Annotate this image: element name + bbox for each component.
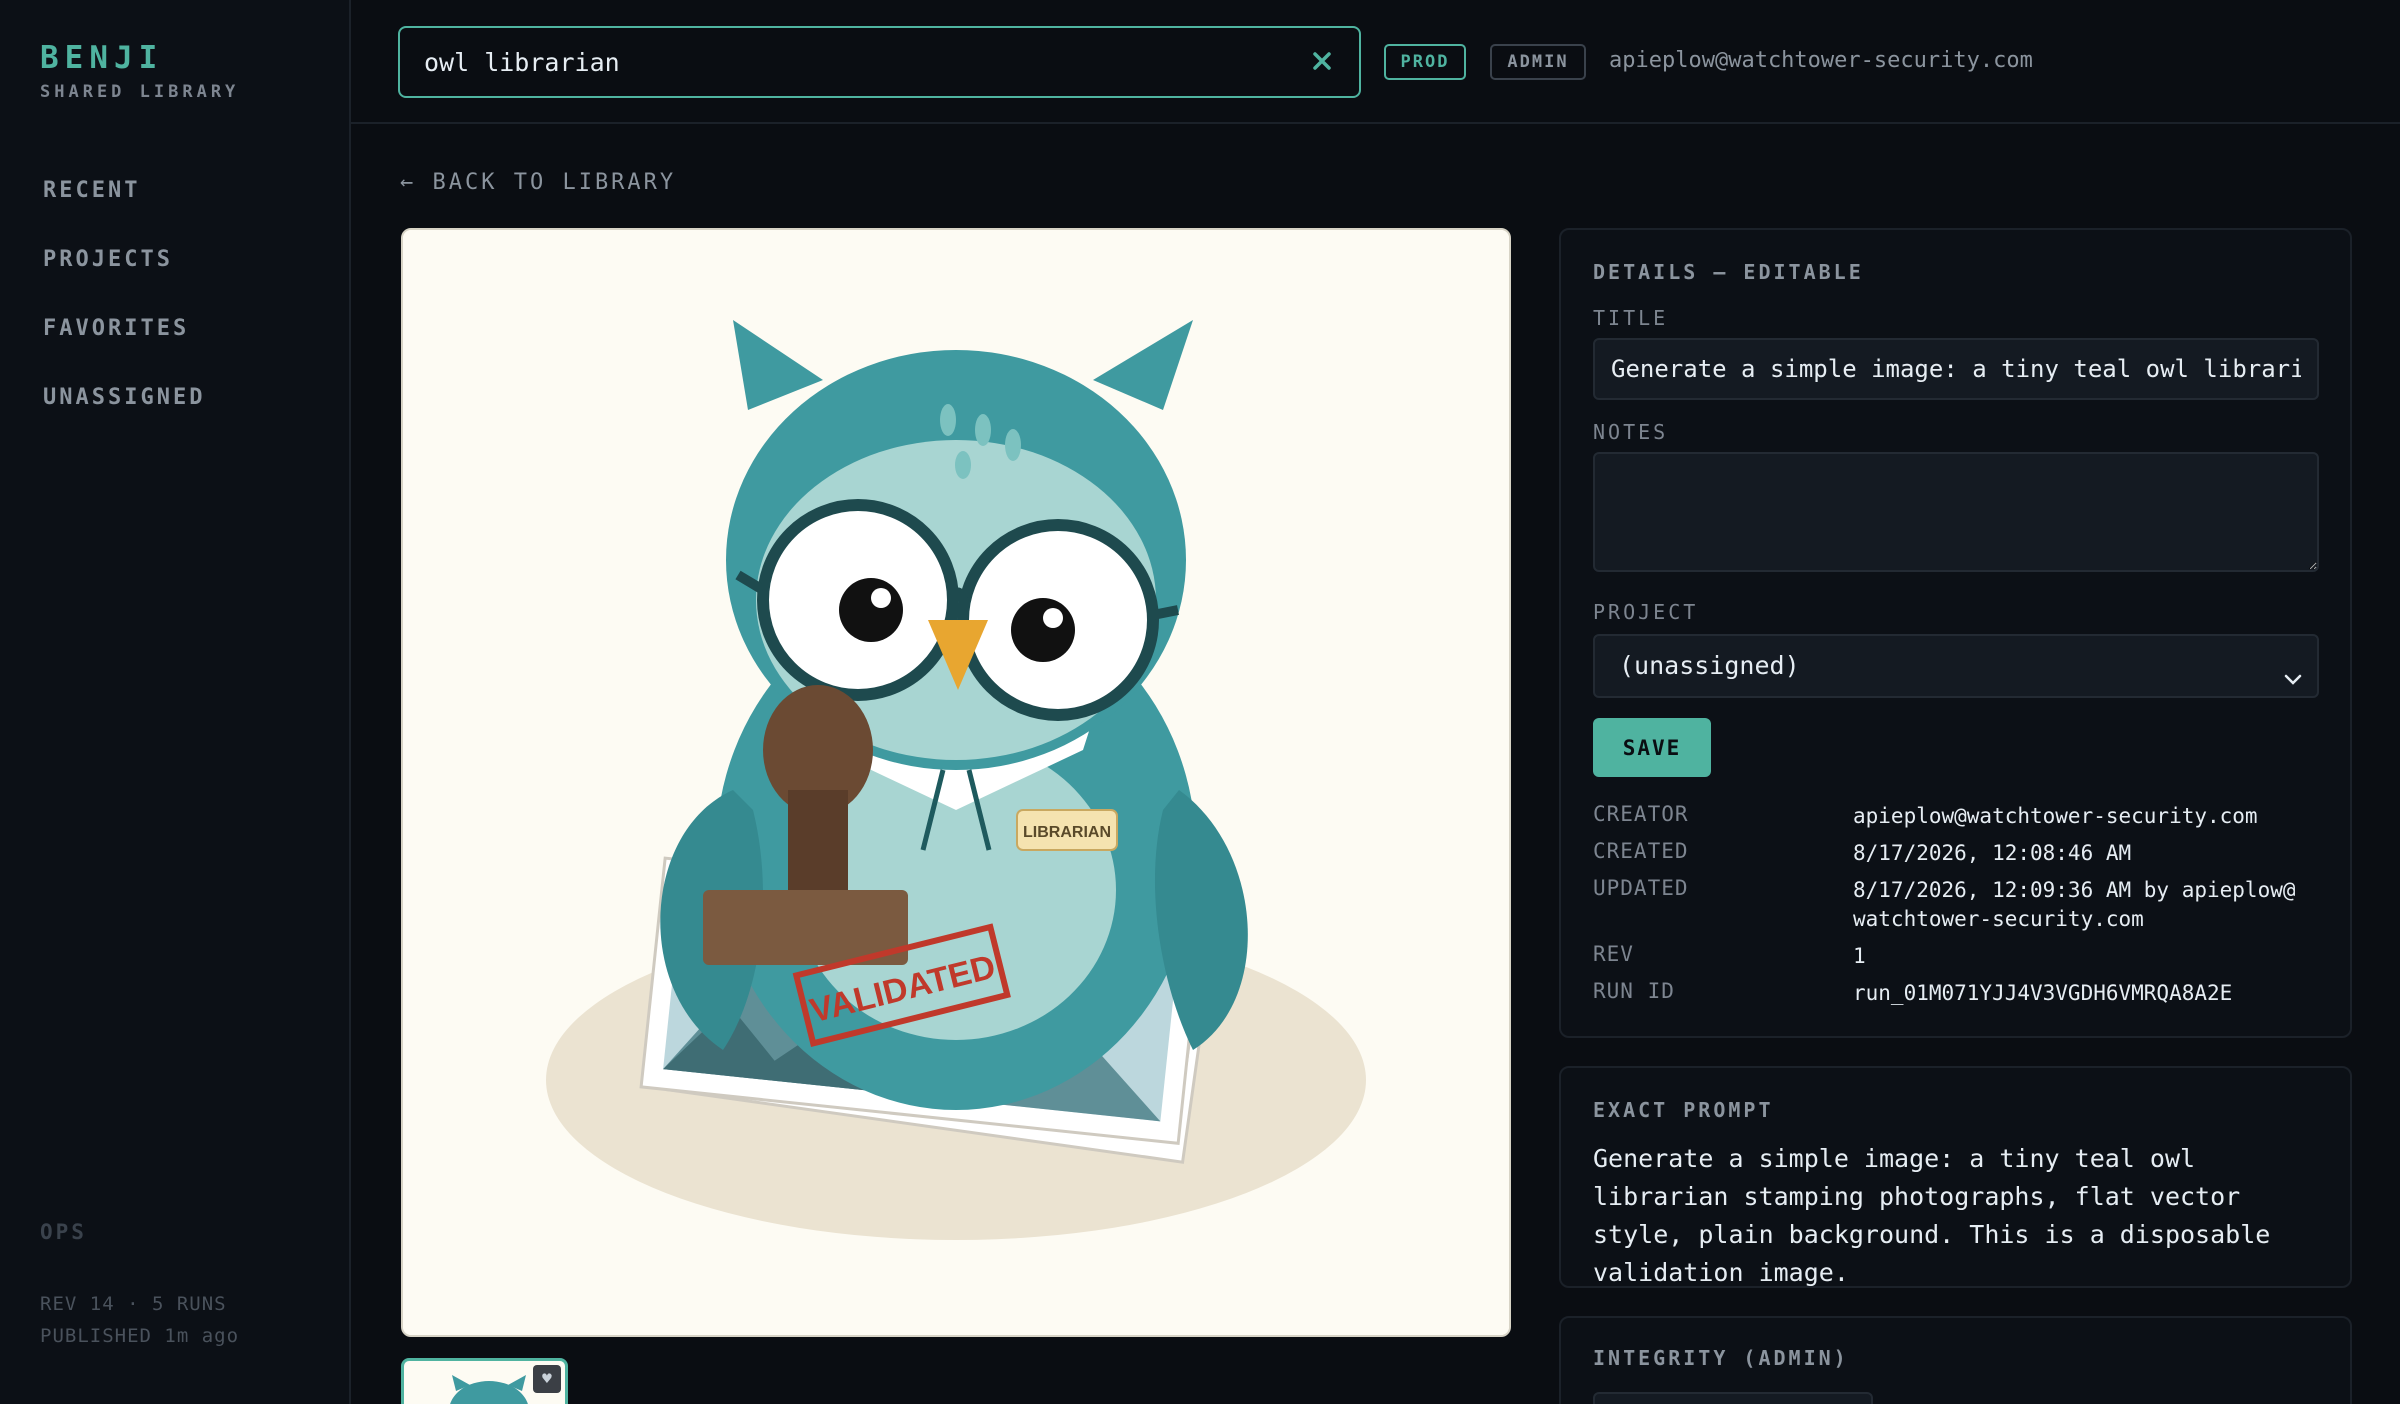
sidebar-footer: REV 14 · 5 RUNS PUBLISHED 1m ago bbox=[40, 1288, 239, 1352]
meta-key: CREATOR bbox=[1593, 802, 1689, 826]
integrity-panel: INTEGRITY (ADMIN) bbox=[1559, 1316, 2352, 1404]
sidebar: BENJI SHARED LIBRARY RECENT PROJECTS FAV… bbox=[0, 0, 351, 1404]
user-email: apieplow@watchtower-security.com bbox=[1609, 48, 2033, 73]
brand[interactable]: BENJI SHARED LIBRARY bbox=[40, 40, 239, 102]
chevron-down-icon bbox=[2281, 654, 2305, 685]
details-panel: DETAILS — EDITABLE TITLE NOTES PROJECT (… bbox=[1559, 228, 2352, 1038]
role-badge: ADMIN bbox=[1490, 44, 1586, 80]
sidebar-item-ops[interactable]: OPS bbox=[40, 1220, 87, 1244]
exact-prompt-text: Generate a simple image: a tiny teal owl… bbox=[1593, 1144, 2271, 1287]
brand-name: BENJI bbox=[40, 40, 164, 76]
meta-key: CREATED bbox=[1593, 839, 1689, 863]
publish-status: PUBLISHED 1m ago bbox=[40, 1325, 240, 1347]
details-heading: DETAILS — EDITABLE bbox=[1593, 260, 1864, 284]
meta-value: apieplow@watchtower-security.com bbox=[1853, 804, 2258, 828]
meta-row-run-id: RUN ID run_01M071YJJ4V3VGDH6VMRQA8A2E bbox=[1593, 979, 2333, 1016]
meta-row-creator: CREATOR apieplow@watchtower-security.com bbox=[1593, 802, 2333, 839]
project-select-value: (unassigned) bbox=[1619, 651, 1800, 680]
search-box bbox=[398, 26, 1361, 98]
top-bar: PROD ADMIN apieplow@watchtower-security.… bbox=[351, 0, 2400, 124]
sidebar-item-projects[interactable]: PROJECTS bbox=[43, 245, 205, 314]
meta-row-updated: UPDATED 8/17/2026, 12:09:36 AM by apiepl… bbox=[1593, 876, 2333, 942]
project-label: PROJECT bbox=[1593, 600, 1699, 624]
sidebar-item-recent[interactable]: RECENT bbox=[43, 176, 205, 245]
back-to-library-link[interactable]: ← BACK TO LIBRARY bbox=[400, 170, 676, 195]
meta-value: 8/17/2026, 12:08:46 AM bbox=[1853, 841, 2132, 865]
exact-prompt-heading: EXACT PROMPT bbox=[1593, 1098, 1774, 1122]
meta-key: RUN ID bbox=[1593, 979, 1675, 1003]
meta-value: run_01M071YJJ4V3VGDH6VMRQA8A2E bbox=[1853, 981, 2233, 1005]
project-select[interactable]: (unassigned) bbox=[1593, 634, 2319, 698]
notes-label: NOTES bbox=[1593, 420, 1669, 444]
search-input[interactable] bbox=[424, 28, 1284, 96]
save-button[interactable]: SAVE bbox=[1593, 718, 1711, 777]
meta-value: 8/17/2026, 12:09:36 AM by apieplow@ watc… bbox=[1853, 878, 2296, 931]
meta-row-rev: REV 1 bbox=[1593, 942, 2333, 979]
revision-summary: REV 14 · 5 RUNS bbox=[40, 1293, 227, 1315]
brand-subtitle: SHARED LIBRARY bbox=[40, 82, 240, 102]
sidebar-item-unassigned[interactable]: UNASSIGNED bbox=[43, 383, 205, 452]
integrity-action[interactable] bbox=[1593, 1392, 1873, 1404]
meta-key: REV bbox=[1593, 942, 1634, 966]
title-label: TITLE bbox=[1593, 306, 1669, 330]
title-field[interactable] bbox=[1593, 338, 2319, 400]
clear-search-icon[interactable] bbox=[1307, 46, 1337, 76]
env-badge: PROD bbox=[1384, 44, 1466, 80]
meta-row-created: CREATED 8/17/2026, 12:08:46 AM bbox=[1593, 839, 2333, 876]
meta-key: UPDATED bbox=[1593, 876, 1689, 900]
favorite-heart-icon[interactable]: ♥ bbox=[533, 1365, 561, 1393]
sidebar-nav: RECENT PROJECTS FAVORITES UNASSIGNED bbox=[43, 176, 205, 452]
metadata-list: CREATOR apieplow@watchtower-security.com… bbox=[1593, 802, 2333, 1016]
asset-image: LIBRARIAN VALIDATED bbox=[401, 228, 1511, 1337]
owl-librarian-illustration: LIBRARIAN VALIDATED bbox=[403, 230, 1509, 1335]
notes-field[interactable] bbox=[1593, 452, 2319, 572]
integrity-heading: INTEGRITY (ADMIN) bbox=[1593, 1346, 1849, 1370]
image-thumbnail[interactable]: ♥ bbox=[401, 1358, 568, 1404]
exact-prompt-panel: EXACT PROMPT Generate a simple image: a … bbox=[1559, 1066, 2352, 1288]
name-tag-text: LIBRARIAN bbox=[1023, 824, 1111, 841]
sidebar-item-favorites[interactable]: FAVORITES bbox=[43, 314, 205, 383]
meta-value: 1 bbox=[1853, 944, 1866, 968]
